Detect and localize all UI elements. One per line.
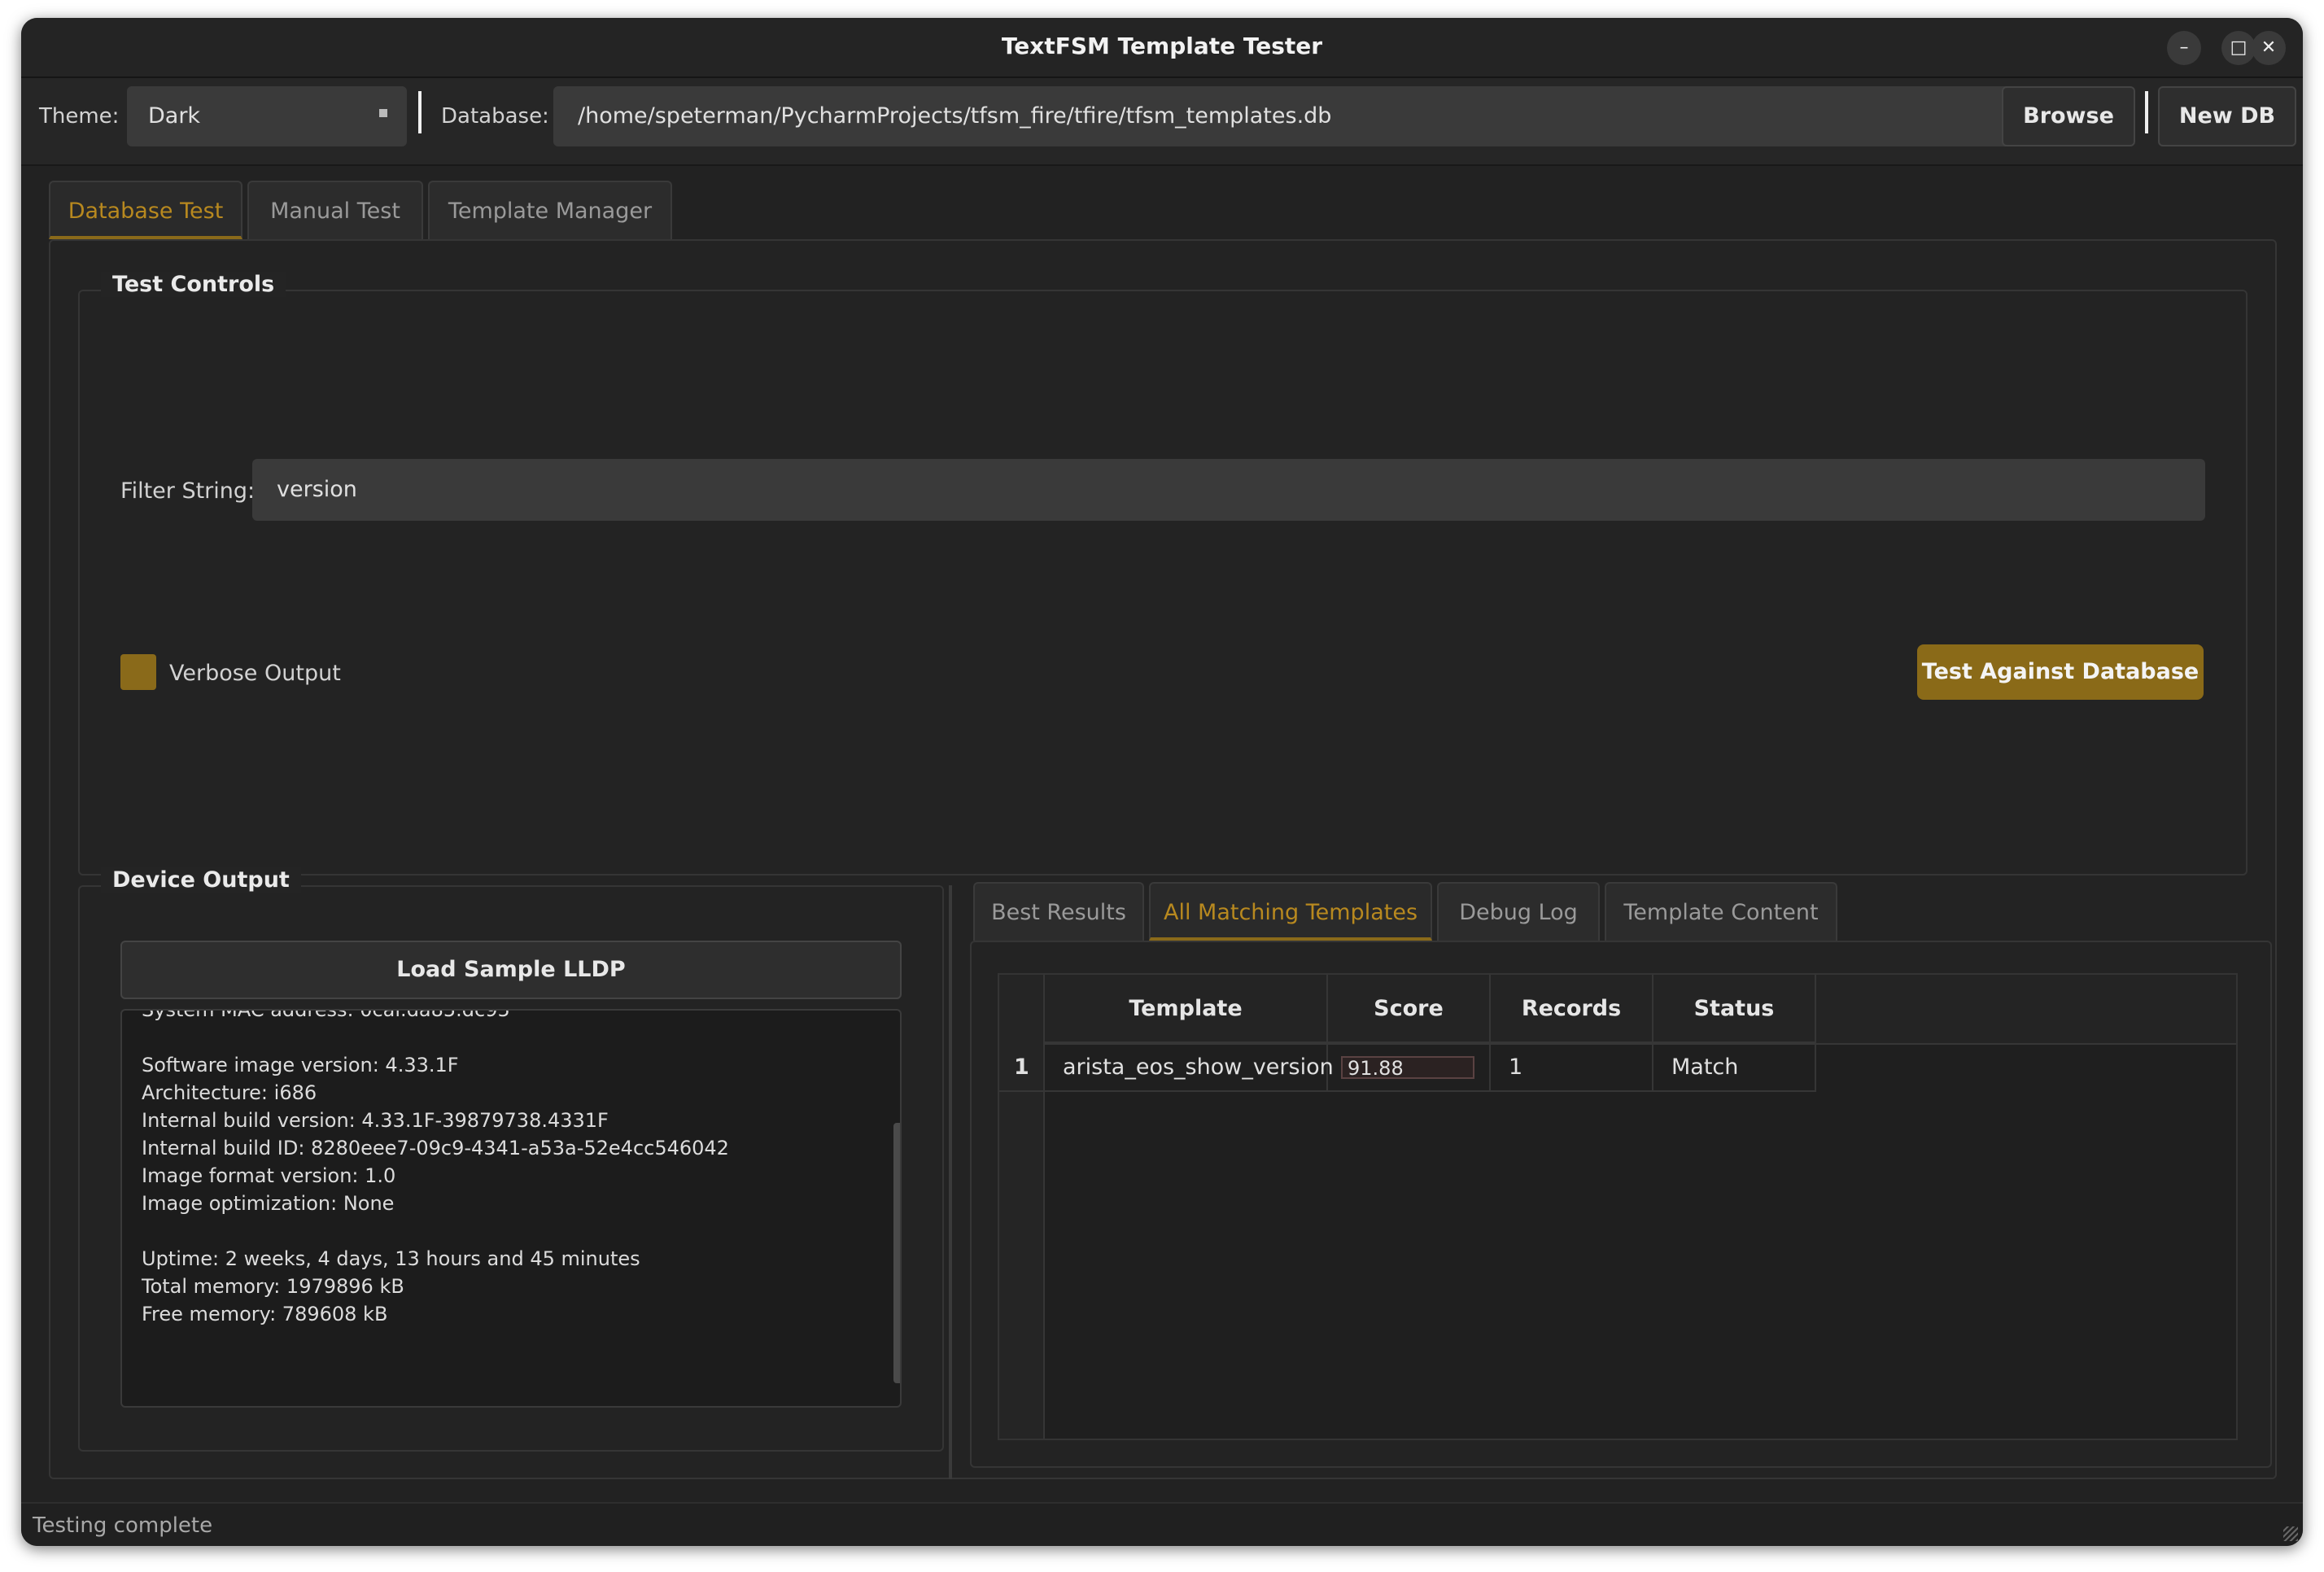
output-line: Internal build version: 4.33.1F-39879738…: [142, 1109, 609, 1132]
minimize-icon: –: [2179, 37, 2189, 58]
status-bar: Testing complete: [21, 1502, 2303, 1546]
resize-grip-icon[interactable]: [2283, 1526, 2298, 1541]
toolbar-divider-2: [2145, 91, 2148, 133]
title-bar: TextFSM Template Tester – □ ✕: [21, 18, 2303, 78]
theme-label: Theme:: [39, 104, 120, 129]
output-line: Image format version: 1.0: [142, 1164, 396, 1187]
cell-template: arista_eos_show_version: [1045, 1043, 1334, 1092]
toolbar-divider: [418, 91, 422, 133]
device-output-text: System MAC address: 0cai.da85.dc95 Softw…: [142, 1009, 867, 1328]
row-index: 1: [999, 1043, 1045, 1092]
maximize-button[interactable]: □: [2221, 31, 2256, 65]
output-line: Free memory: 789608 kB: [142, 1303, 388, 1325]
column-header-template[interactable]: Template: [1045, 975, 1328, 1043]
cell-score: 91.88: [1328, 1043, 1491, 1092]
output-line: Software image version: 4.33.1F: [142, 1054, 459, 1076]
tab-all-matching-templates[interactable]: All Matching Templates: [1149, 882, 1432, 941]
tab-template-content[interactable]: Template Content: [1605, 882, 1837, 941]
close-icon: ✕: [2261, 37, 2277, 58]
cell-status: Match: [1653, 1043, 1816, 1092]
test-controls-group: [78, 290, 2248, 876]
output-line: Uptime: 2 weeks, 4 days, 13 hours and 45…: [142, 1247, 640, 1270]
theme-select[interactable]: Dark: [127, 86, 407, 146]
verbose-output-label: Verbose Output: [169, 661, 341, 686]
new-db-button[interactable]: New DB: [2158, 86, 2296, 146]
window-title: TextFSM Template Tester: [1001, 33, 1323, 59]
dropdown-indicator-icon: [379, 109, 387, 117]
theme-value: Dark: [148, 103, 201, 129]
filter-string-label: Filter String:: [120, 478, 256, 504]
device-output-textarea[interactable]: System MAC address: 0cai.da85.dc95 Softw…: [120, 1009, 902, 1408]
close-button[interactable]: ✕: [2252, 31, 2286, 65]
score-bar: 91.88: [1341, 1056, 1474, 1079]
minimize-button[interactable]: –: [2167, 31, 2201, 65]
output-line: Image optimization: None: [142, 1192, 395, 1215]
filter-string-input[interactable]: version: [252, 459, 2205, 521]
status-text: Testing complete: [33, 1513, 213, 1538]
column-header-records[interactable]: Records: [1491, 975, 1653, 1043]
output-line-partial: System MAC address: 0cai.da85.dc95: [142, 1009, 510, 1021]
filter-string-value: version: [277, 477, 357, 502]
device-output-title: Device Output: [101, 867, 301, 893]
toolbar: Theme: Dark Database: /home/speterman/Py…: [21, 78, 2303, 166]
load-sample-lldp-button[interactable]: Load Sample LLDP: [120, 941, 902, 999]
results-table[interactable]: Template Score Records Status 1 arista_e…: [998, 973, 2238, 1440]
output-line: Internal build ID: 8280eee7-09c9-4341-a5…: [142, 1137, 729, 1159]
cell-records: 1: [1491, 1043, 1653, 1092]
device-output-scrollbar[interactable]: [893, 1123, 900, 1383]
tab-debug-log[interactable]: Debug Log: [1437, 882, 1600, 941]
maximize-icon: □: [2230, 37, 2248, 58]
column-header-score[interactable]: Score: [1328, 975, 1491, 1043]
app-window: TextFSM Template Tester – □ ✕ Theme: Dar…: [21, 18, 2303, 1546]
tab-database-test[interactable]: Database Test: [49, 181, 242, 239]
tab-best-results[interactable]: Best Results: [973, 882, 1144, 941]
browse-button[interactable]: Browse: [2002, 86, 2135, 146]
output-line: Architecture: i686: [142, 1081, 317, 1104]
output-line: Total memory: 1979896 kB: [142, 1275, 404, 1298]
splitter-handle[interactable]: [949, 885, 952, 1479]
tab-manual-test[interactable]: Manual Test: [247, 181, 423, 239]
score-value: 91.88: [1348, 1057, 1404, 1080]
test-controls-title: Test Controls: [101, 272, 286, 297]
database-label: Database:: [441, 104, 549, 129]
database-path-field[interactable]: /home/speterman/PycharmProjects/tfsm_fir…: [553, 86, 2013, 146]
database-path-value: /home/speterman/PycharmProjects/tfsm_fir…: [578, 103, 1332, 129]
column-header-status[interactable]: Status: [1653, 975, 1816, 1043]
test-against-database-button[interactable]: Test Against Database: [1917, 644, 2204, 700]
verbose-output-checkbox[interactable]: [120, 654, 156, 690]
tab-template-manager[interactable]: Template Manager: [428, 181, 672, 239]
